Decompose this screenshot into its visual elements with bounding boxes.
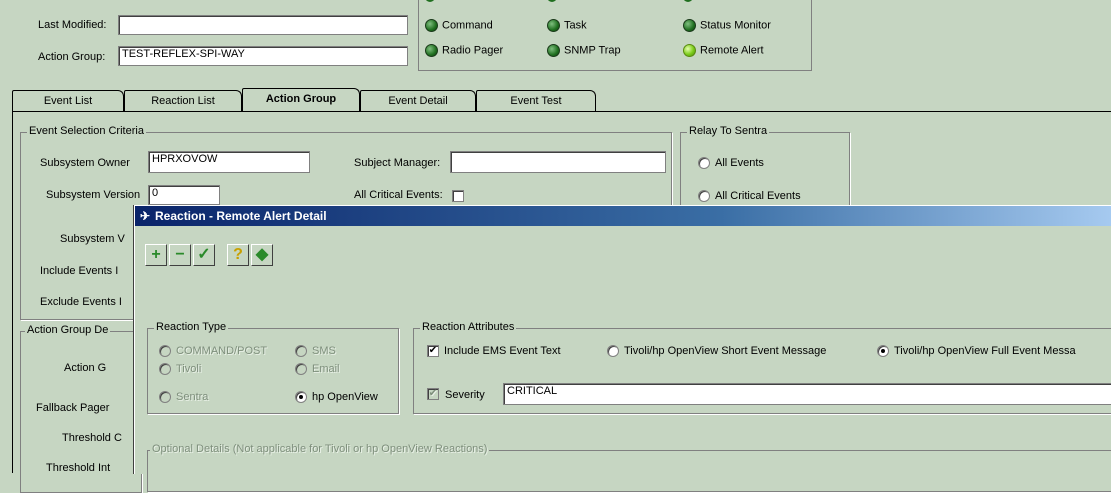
tab-event-list[interactable]: Event List bbox=[12, 90, 124, 111]
subsystem-version-field[interactable]: 0 bbox=[148, 185, 220, 205]
help-icon: ? bbox=[233, 246, 243, 263]
action-group-field[interactable]: TEST-REFLEX-SPI-WAY bbox=[118, 46, 408, 66]
reaction-type-tivoli[interactable]: Tivoli bbox=[159, 363, 201, 376]
app-logo-icon: ✈ bbox=[140, 209, 151, 223]
radio-icon[interactable] bbox=[698, 190, 710, 203]
threshold-c-label: Threshold C bbox=[62, 432, 122, 444]
radio-icon[interactable] bbox=[159, 391, 171, 404]
status-monitor: Status Monitor bbox=[683, 19, 771, 32]
reaction-type-email[interactable]: Email bbox=[295, 363, 340, 376]
action-group-detail-title: Action Group De bbox=[25, 324, 111, 336]
severity-field[interactable]: CRITICAL bbox=[503, 383, 1111, 405]
led-off-icon bbox=[547, 44, 560, 57]
reaction-type-sms[interactable]: SMS bbox=[295, 345, 336, 358]
optional-details-title: Optional Details (Not applicable for Tiv… bbox=[150, 443, 490, 455]
status-radio-pager: Radio Pager bbox=[425, 44, 503, 57]
subject-manager-label: Subject Manager: bbox=[354, 157, 441, 169]
fallback-pager-label: Fallback Pager bbox=[36, 402, 110, 414]
status-remote-alert: Remote Alert bbox=[683, 44, 764, 57]
tab-panel-border bbox=[12, 111, 1111, 112]
status-led-partial-icon bbox=[425, 0, 435, 2]
subsystem-v-label: Subsystem V bbox=[60, 233, 125, 245]
status-led-partial-icon bbox=[683, 0, 693, 2]
reaction-type-hp-openview[interactable]: hp OpenView bbox=[295, 391, 378, 404]
tab-reaction-list[interactable]: Reaction List bbox=[124, 90, 242, 111]
radio-icon[interactable] bbox=[607, 345, 619, 358]
checkmark-icon: ✓ bbox=[197, 246, 211, 263]
relay-all-events-option[interactable]: All Events bbox=[698, 157, 764, 170]
all-critical-events-checkbox[interactable] bbox=[452, 190, 469, 203]
reaction-attributes-title: Reaction Attributes bbox=[420, 321, 517, 333]
tab-panel-border-left bbox=[12, 111, 13, 473]
subsystem-owner-field[interactable]: HPRXOVOW bbox=[148, 151, 310, 173]
short-event-message-option[interactable]: Tivoli/hp OpenView Short Event Message bbox=[607, 345, 826, 358]
status-led-partial-icon bbox=[547, 0, 557, 2]
led-off-icon bbox=[425, 19, 438, 32]
checkbox-checked-icon[interactable]: ✔ bbox=[427, 345, 439, 358]
event-selection-criteria-title: Event Selection Criteria bbox=[27, 125, 146, 137]
include-events-label: Include Events I bbox=[40, 265, 119, 277]
remove-button[interactable]: − bbox=[169, 244, 191, 266]
subsystem-version-label: Subsystem Version bbox=[46, 189, 141, 201]
all-critical-events-label: All Critical Events: bbox=[354, 189, 443, 201]
led-off-icon bbox=[547, 19, 560, 32]
radio-selected-icon[interactable] bbox=[295, 391, 307, 404]
status-command: Command bbox=[425, 19, 493, 32]
relay-all-critical-option[interactable]: All Critical Events bbox=[698, 190, 801, 203]
optional-details-group: Optional Details (Not applicable for Tiv… bbox=[147, 443, 1111, 492]
led-off-icon bbox=[683, 19, 696, 32]
status-task: Task bbox=[547, 19, 587, 32]
subject-manager-field[interactable] bbox=[450, 151, 666, 173]
tab-event-test[interactable]: Event Test bbox=[476, 90, 596, 111]
reaction-type-title: Reaction Type bbox=[154, 321, 229, 333]
minus-icon: − bbox=[175, 246, 185, 263]
dialog-title: Reaction - Remote Alert Detail bbox=[155, 209, 327, 223]
radio-icon[interactable] bbox=[159, 363, 171, 376]
radio-icon[interactable] bbox=[295, 345, 307, 358]
last-modified-label: Last Modified: bbox=[38, 19, 107, 31]
exit-button[interactable]: ◆ bbox=[251, 244, 273, 266]
help-button[interactable]: ? bbox=[227, 244, 249, 266]
radio-icon[interactable] bbox=[295, 363, 307, 376]
relay-to-sentra-title: Relay To Sentra bbox=[687, 125, 770, 137]
action-group-label: Action Group: bbox=[38, 51, 106, 63]
exclude-events-label: Exclude Events I bbox=[40, 296, 122, 308]
include-ems-text-option[interactable]: ✔ Include EMS Event Text bbox=[427, 345, 561, 358]
reaction-detail-dialog: ✈ Reaction - Remote Alert Detail + − ✓ ?… bbox=[134, 205, 1111, 492]
status-panel: Command Task Status Monitor Radio Pager … bbox=[418, 0, 812, 71]
status-snmp-trap: SNMP Trap bbox=[547, 44, 621, 57]
severity-checkbox[interactable]: ✔ bbox=[427, 388, 444, 401]
radio-icon[interactable] bbox=[698, 157, 710, 170]
full-event-message-option[interactable]: Tivoli/hp OpenView Full Event Messa bbox=[877, 345, 1076, 358]
checkbox-checked-icon[interactable]: ✔ bbox=[427, 388, 439, 401]
threshold-int-label: Threshold Int bbox=[46, 462, 111, 474]
reaction-type-sentra[interactable]: Sentra bbox=[159, 391, 208, 404]
radio-icon[interactable] bbox=[159, 345, 171, 358]
severity-label: Severity bbox=[445, 389, 485, 401]
accept-button[interactable]: ✓ bbox=[193, 244, 215, 266]
dialog-titlebar[interactable]: ✈ Reaction - Remote Alert Detail bbox=[135, 206, 1111, 226]
exit-icon: ◆ bbox=[255, 246, 269, 263]
tab-event-detail[interactable]: Event Detail bbox=[360, 90, 476, 111]
add-button[interactable]: + bbox=[145, 244, 167, 266]
plus-icon: + bbox=[151, 246, 161, 263]
tab-action-group[interactable]: Action Group bbox=[242, 88, 360, 111]
last-modified-field[interactable] bbox=[118, 15, 408, 35]
led-on-icon bbox=[683, 44, 696, 57]
led-off-icon bbox=[425, 44, 438, 57]
subsystem-owner-label: Subsystem Owner bbox=[40, 157, 130, 169]
reaction-type-command-post[interactable]: COMMAND/POST bbox=[159, 345, 267, 358]
radio-selected-icon[interactable] bbox=[877, 345, 889, 358]
action-g-label: Action G bbox=[64, 362, 107, 374]
